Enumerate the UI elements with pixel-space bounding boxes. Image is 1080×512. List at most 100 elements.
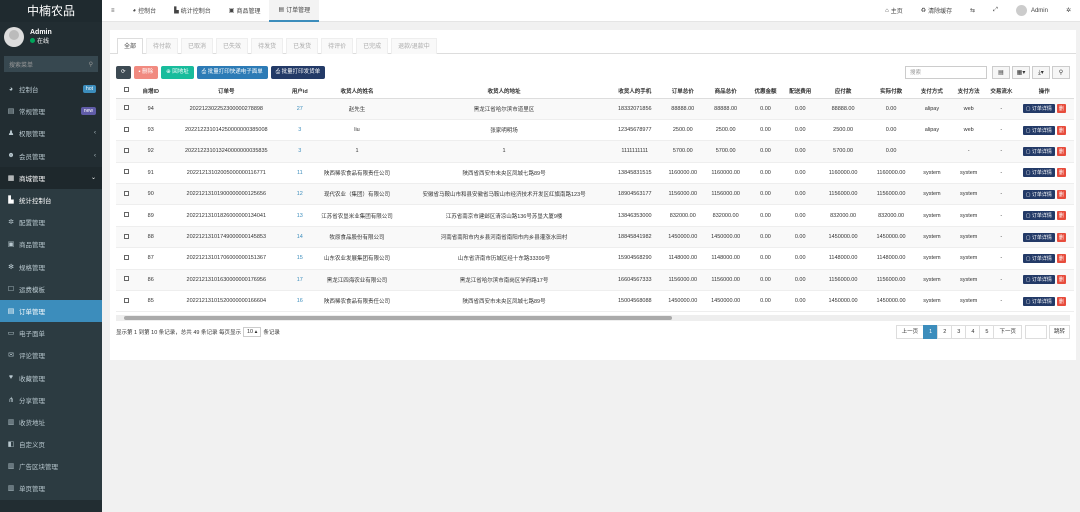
- row-checkbox-cell[interactable]: [116, 226, 137, 249]
- page-size-select[interactable]: 10 ▴: [243, 327, 262, 338]
- row-checkbox[interactable]: [123, 297, 129, 303]
- row-delete-button[interactable]: 删: [1056, 296, 1066, 306]
- page-1-button[interactable]: 1: [923, 325, 939, 340]
- toggle-view-button[interactable]: ▤: [992, 65, 1010, 79]
- sidebar-item-订单管理[interactable]: ▤ 订单管理: [0, 299, 102, 323]
- tab-商品管理[interactable]: ▣ 商品管理: [220, 0, 270, 22]
- row-checkbox[interactable]: [123, 276, 129, 282]
- order-detail-button[interactable]: ▢ 订单详情: [1022, 232, 1055, 242]
- columns-button[interactable]: ▦▾: [1012, 65, 1030, 79]
- row-checkbox[interactable]: [123, 254, 129, 260]
- row-delete-button[interactable]: 删: [1056, 125, 1066, 135]
- row-checkbox-cell[interactable]: [116, 140, 137, 163]
- table-search-input[interactable]: 搜索: [905, 65, 987, 79]
- sidebar-item-规格管理[interactable]: ✻ 规格管理: [0, 255, 102, 278]
- row-checkbox-cell[interactable]: [116, 162, 137, 185]
- row-checkbox[interactable]: [123, 126, 129, 132]
- sidebar-item-商城管理[interactable]: ▦ 商城管理 ⌄: [0, 166, 102, 189]
- select-all-checkbox[interactable]: [123, 87, 129, 93]
- delete-button[interactable]: ▪ 删除: [133, 65, 159, 79]
- row-delete-button[interactable]: 删: [1056, 104, 1066, 114]
- advanced-search-button[interactable]: ⚲: [1052, 65, 1070, 79]
- fullscreen-icon[interactable]: ⤢: [993, 7, 998, 14]
- table-cell[interactable]: 14: [287, 226, 313, 249]
- status-tab[interactable]: 已完成: [356, 38, 389, 54]
- row-checkbox-cell[interactable]: [116, 290, 137, 313]
- status-tab[interactable]: 待发货: [251, 38, 284, 54]
- row-delete-button[interactable]: 删: [1056, 211, 1066, 221]
- status-tab[interactable]: 待评价: [321, 38, 354, 54]
- refresh-button[interactable]: ⟳: [116, 65, 131, 79]
- table-cell[interactable]: 3: [287, 119, 313, 142]
- order-detail-button[interactable]: ▢ 订单详情: [1022, 146, 1055, 156]
- clear-cache-button[interactable]: ♻ 清除缓存: [912, 0, 961, 22]
- row-delete-button[interactable]: 删: [1056, 189, 1066, 199]
- row-checkbox-cell[interactable]: [116, 183, 137, 206]
- table-cell[interactable]: 3: [287, 140, 313, 163]
- order-detail-button[interactable]: ▢ 订单详情: [1022, 296, 1055, 306]
- status-tab[interactable]: 已失效: [216, 38, 249, 54]
- status-tab[interactable]: 已发货: [286, 38, 319, 54]
- page-jump-button[interactable]: 跳转: [1048, 325, 1070, 340]
- order-detail-button[interactable]: ▢ 订单详情: [1022, 275, 1055, 285]
- row-delete-button[interactable]: 删: [1056, 146, 1066, 156]
- row-checkbox-cell[interactable]: [116, 247, 137, 270]
- status-tab[interactable]: 待付款: [146, 38, 179, 54]
- table-cell[interactable]: 15: [287, 247, 313, 270]
- table-cell[interactable]: 27: [287, 98, 313, 120]
- sidebar-item-常规管理[interactable]: ▤ 常规管理 new: [0, 100, 102, 122]
- table-row[interactable]: 90 20221213101900000000125656 12 现代农业（集团）有限…: [116, 183, 1074, 206]
- table-row[interactable]: 87 20221213101706000000151367 15 山东农业发展集团有限…: [116, 247, 1074, 270]
- menu-toggle-button[interactable]: ≡: [102, 0, 124, 22]
- next-page-button[interactable]: 下一页: [993, 325, 1022, 340]
- menu-toggle-icon[interactable]: ≡: [111, 8, 115, 14]
- sidebar-item-自定义页[interactable]: ◧ 自定义页: [0, 433, 102, 456]
- language-icon[interactable]: ⇆: [970, 7, 975, 14]
- fullscreen-button[interactable]: ⤢: [984, 0, 1007, 22]
- translate-button[interactable]: ⇆: [961, 0, 984, 22]
- order-detail-button[interactable]: ▢ 订单详情: [1022, 211, 1055, 221]
- table-cell[interactable]: 13: [287, 204, 313, 227]
- status-tab[interactable]: 已取消: [181, 38, 214, 54]
- row-delete-button[interactable]: 删: [1056, 253, 1066, 263]
- sidebar-item-运费模板[interactable]: ☐ 运费模板: [0, 277, 102, 300]
- scrollbar-thumb[interactable]: [124, 316, 672, 321]
- table-cell[interactable]: 12: [287, 183, 313, 206]
- settings-button[interactable]: ✲: [1057, 0, 1080, 22]
- sidebar-item-评论管理[interactable]: ✉ 评论管理: [0, 344, 102, 367]
- page-5-button[interactable]: 5: [979, 325, 995, 340]
- row-checkbox[interactable]: [123, 169, 129, 175]
- row-checkbox-cell[interactable]: [116, 98, 137, 120]
- page-3-button[interactable]: 3: [951, 325, 967, 340]
- tab-统计控制台[interactable]: ▙ 统计控制台: [165, 0, 220, 22]
- sidebar-item-配置管理[interactable]: ✲ 配置管理: [0, 211, 102, 234]
- row-delete-button[interactable]: 删: [1056, 168, 1066, 178]
- order-detail-button[interactable]: ▢ 订单详情: [1022, 189, 1055, 199]
- export-button[interactable]: ⤓▾: [1032, 65, 1050, 79]
- sidebar-item-统计控制台[interactable]: ▙ 统计控制台: [0, 188, 102, 212]
- table-row[interactable]: 93 202212231014250000000385008 3 liu 张家明明场 12…: [116, 119, 1074, 142]
- page-2-button[interactable]: 2: [937, 325, 953, 340]
- gear-icon[interactable]: ✲: [1066, 7, 1071, 14]
- sidebar-item-权限管理[interactable]: ♟ 权限管理 ‹: [0, 122, 102, 144]
- print-express-button[interactable]: ⎙ 批量打印快递电子面单: [196, 65, 268, 79]
- tab-订单管理[interactable]: ▤ 订单管理: [269, 0, 320, 22]
- row-delete-button[interactable]: 删: [1056, 232, 1066, 242]
- user-menu[interactable]: Admin: [1007, 0, 1057, 22]
- table-row[interactable]: 92 202212231013240000000035835 3 1 1 11111111…: [116, 140, 1074, 163]
- row-checkbox[interactable]: [123, 105, 129, 111]
- tab-控制台[interactable]: ◕ 控制台: [124, 0, 166, 22]
- row-checkbox[interactable]: [123, 212, 129, 218]
- print-ship-button[interactable]: ⎙ 批量打印发货单: [270, 65, 326, 79]
- table-row[interactable]: 94 202212302252300000278898 27 赵先生 黑龙江省哈尔滨市道…: [116, 98, 1074, 120]
- table-row[interactable]: 88 20221213101749000000145853 14 牧原食品股份有限公司…: [116, 226, 1074, 249]
- search-icon[interactable]: ⚲: [89, 61, 93, 68]
- prev-page-button[interactable]: 上一页: [895, 325, 925, 340]
- home-link[interactable]: ⌂ 主页: [876, 0, 912, 22]
- table-row[interactable]: 85 20221213101520000000166604 16 陕西稀农食品有限责任…: [116, 290, 1074, 313]
- column-header[interactable]: [116, 84, 137, 99]
- table-cell[interactable]: 16: [287, 290, 313, 313]
- sidebar-item-广告区块管理[interactable]: ▥ 广告区块管理: [0, 455, 102, 478]
- row-checkbox-cell[interactable]: [116, 119, 137, 142]
- sidebar-item-分享管理[interactable]: ⋔ 分享管理: [0, 388, 102, 411]
